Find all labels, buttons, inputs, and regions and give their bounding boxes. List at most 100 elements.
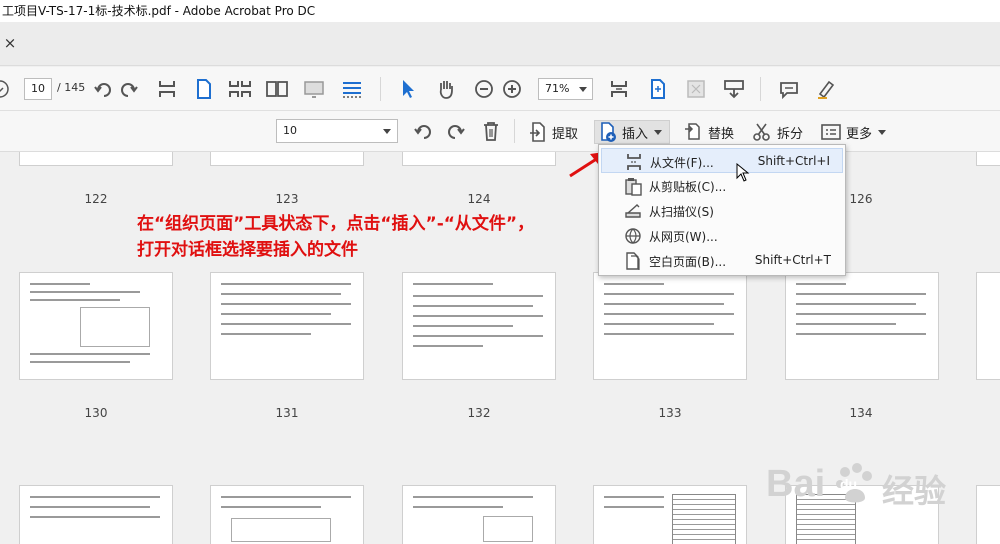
menu-item-from-clipboard[interactable]: 从剪贴板(C)... <box>601 173 843 198</box>
menu-item-shortcut: Shift+Ctrl+I <box>757 154 830 168</box>
close-tab-icon[interactable]: × <box>2 34 18 52</box>
tab-strip: × <box>0 22 1000 66</box>
replace-icon <box>685 123 700 140</box>
page-thumbnail[interactable] <box>976 152 1000 166</box>
book-view-icon[interactable] <box>265 77 289 101</box>
page-thumbnail[interactable] <box>976 485 1000 544</box>
zoom-in-icon[interactable] <box>500 77 524 101</box>
menu-item-from-web-page[interactable]: 从网页(W)... <box>601 223 843 248</box>
insert-page-icon <box>601 122 616 142</box>
page-range-value: 10 <box>283 124 297 137</box>
page-thumbnail[interactable] <box>593 272 747 380</box>
annotation-line-2: 打开对话框选择要插入的文件 <box>137 240 358 260</box>
menu-item-from-scanner[interactable]: 从扫描仪(S) <box>601 198 843 223</box>
page-thumbnail[interactable] <box>19 485 173 544</box>
menu-item-label: 从网页(W)... <box>649 230 718 244</box>
fit-page-icon[interactable] <box>607 77 631 101</box>
scroll-view-icon[interactable] <box>340 77 364 101</box>
menu-item-label: 从扫描仪(S) <box>649 205 714 219</box>
rotate-left-icon[interactable] <box>92 77 116 101</box>
more-label: 更多 <box>846 126 873 142</box>
scanner-icon <box>625 204 641 218</box>
replace-button[interactable]: 替换 <box>682 120 734 144</box>
page-thumbnail[interactable] <box>210 152 364 166</box>
insert-dropdown-menu: 从文件(F)... Shift+Ctrl+I 从剪贴板(C)... 从扫描仪(S… <box>598 144 846 276</box>
window-title: 工项目V-TS-17-1标-技术标.pdf - Adobe Acrobat Pr… <box>0 0 1000 22</box>
clipboard-icon <box>625 178 642 196</box>
page-thumbnail[interactable] <box>402 152 556 166</box>
redo-icon[interactable] <box>444 119 468 143</box>
page-range-select[interactable]: 10 <box>276 119 398 143</box>
page-number-label: 124 <box>467 192 491 206</box>
watermark-brand: Bai <box>766 463 826 505</box>
full-screen-icon[interactable] <box>684 77 708 101</box>
menu-item-label: 从剪贴板(C)... <box>649 180 727 194</box>
page-thumbnail[interactable] <box>402 272 556 380</box>
page-thumbnail[interactable] <box>976 272 1000 380</box>
comment-icon[interactable] <box>777 77 801 101</box>
main-toolbar: 10 / 145 71% <box>0 67 1000 111</box>
presentation-icon[interactable] <box>302 77 326 101</box>
chevron-down-icon <box>383 129 391 134</box>
annotation-line-1: 在“组织页面”工具状态下，点击“插入”-“从文件”， <box>137 214 535 234</box>
watermark-brand-2: du <box>840 476 858 492</box>
page-number-label: 133 <box>658 406 682 420</box>
toolbar-divider <box>760 77 761 101</box>
page-number-label: 123 <box>275 192 299 206</box>
page-number-label: 122 <box>84 192 108 206</box>
mouse-cursor-icon <box>736 163 750 182</box>
organize-pages-toolbar: 10 提取 插入 替换 拆分 更多 <box>0 111 1000 152</box>
menu-item-from-file[interactable]: 从文件(F)... Shift+Ctrl+I <box>601 148 843 173</box>
extract-button[interactable]: 提取 <box>528 120 578 144</box>
page-number-label: 130 <box>84 406 108 420</box>
page-thumbnail[interactable] <box>19 152 173 166</box>
watermark-cn: 经验 <box>882 472 947 510</box>
menu-item-label: 空白页面(B)... <box>649 255 727 269</box>
two-page-icon[interactable] <box>228 77 252 101</box>
zoom-out-icon[interactable] <box>472 77 496 101</box>
split-button[interactable]: 拆分 <box>751 120 803 144</box>
select-cursor-icon[interactable] <box>396 77 420 101</box>
page-number-input[interactable]: 10 <box>24 78 52 100</box>
zoom-select[interactable]: 71% <box>538 78 593 100</box>
highlight-pen-icon[interactable] <box>814 77 838 101</box>
page-layout-icon[interactable] <box>155 77 179 101</box>
toolbar-divider <box>514 119 515 143</box>
menu-item-label: 从文件(F)... <box>650 156 714 170</box>
more-button[interactable]: 更多 <box>820 120 887 144</box>
hand-tool-icon[interactable] <box>434 77 458 101</box>
page-number-label: 132 <box>467 406 491 420</box>
web-page-icon <box>625 228 641 244</box>
page-thumbnail[interactable] <box>210 485 364 544</box>
menu-item-blank-page[interactable]: 空白页面(B)... Shift+Ctrl+T <box>601 248 843 273</box>
page-thumbnail[interactable] <box>402 485 556 544</box>
rotate-right-icon[interactable] <box>116 77 140 101</box>
read-mode-icon[interactable] <box>722 77 746 101</box>
single-page-icon[interactable] <box>192 77 216 101</box>
extract-icon <box>530 122 545 142</box>
page-thumbnail[interactable] <box>210 272 364 380</box>
delete-page-icon[interactable] <box>479 119 503 143</box>
chevron-down-icon <box>579 87 587 92</box>
zoom-value: 71% <box>545 82 570 95</box>
split-label: 拆分 <box>777 126 804 142</box>
insert-file-icon <box>627 154 641 170</box>
instruction-annotation: 在“组织页面”工具状态下，点击“插入”-“从文件”， 打开对话框选择要插入的文件 <box>137 211 607 263</box>
page-thumbnail[interactable] <box>785 272 939 380</box>
menu-item-shortcut: Shift+Ctrl+T <box>754 253 831 267</box>
fit-width-icon[interactable] <box>646 77 670 101</box>
extract-label: 提取 <box>552 126 579 142</box>
page-thumbnail[interactable] <box>593 485 747 544</box>
page-number-label: 134 <box>849 406 873 420</box>
insert-label: 插入 <box>622 126 649 142</box>
page-total-label: / 145 <box>57 81 86 94</box>
chevron-down-icon <box>878 129 887 135</box>
page-number-label: 131 <box>275 406 299 420</box>
more-options-icon <box>821 124 841 140</box>
page-number-label: 126 <box>849 192 873 206</box>
undo-icon[interactable] <box>411 119 435 143</box>
page-thumbnail[interactable] <box>19 272 173 380</box>
previous-page-icon[interactable] <box>0 77 12 101</box>
insert-button[interactable]: 插入 <box>594 120 670 144</box>
toolbar-divider <box>380 77 381 101</box>
